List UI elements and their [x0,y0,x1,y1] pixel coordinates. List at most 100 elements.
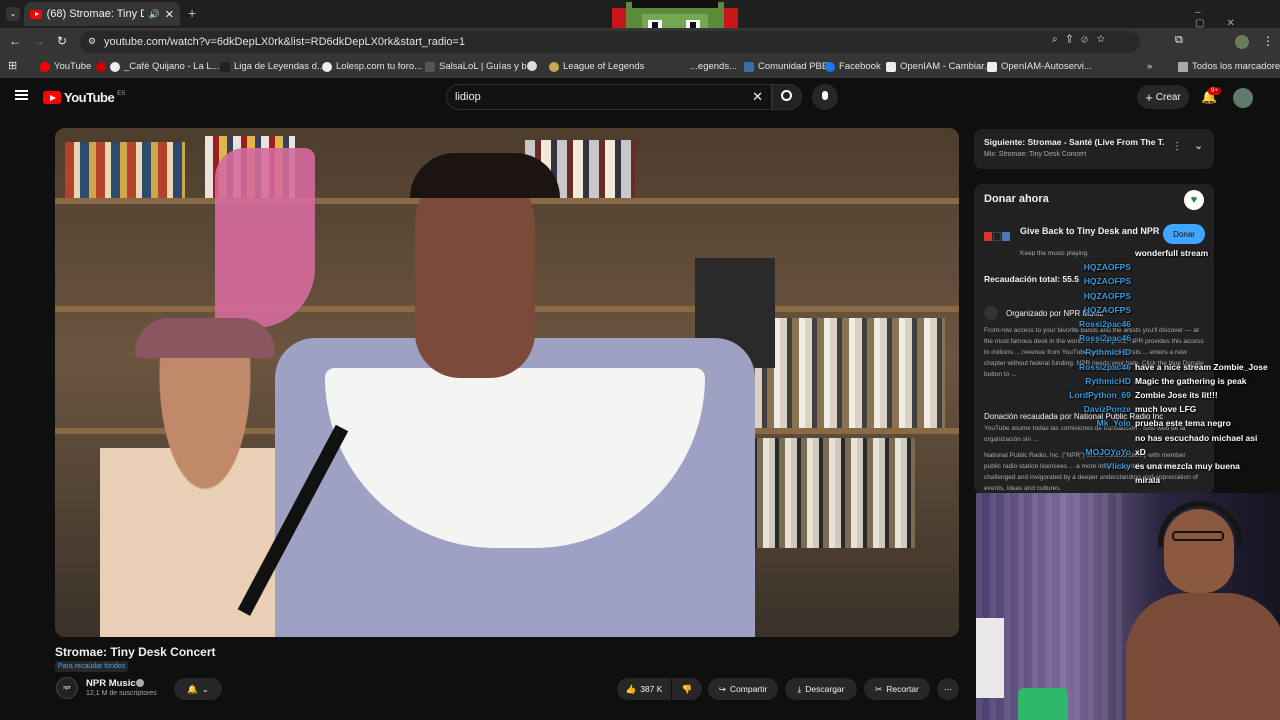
search-input[interactable]: lidiop ✕ [446,84,772,110]
active-tab[interactable]: (68) Stromae: Tiny Desk Co 🔊 ✕ [24,2,180,26]
fundraiser-tag[interactable]: Para recaudar fondos [55,661,129,672]
omnibox-actions[interactable]: ⌕⇪⊘☆ [1052,34,1114,45]
bookmark-globe[interactable] [527,61,537,71]
close-tab-icon[interactable]: ✕ [165,8,174,21]
white-can [976,618,1004,698]
chevron-down-icon: ⌄ [201,683,209,694]
bookmark-liga[interactable]: Liga de Leyendas d... [220,61,325,72]
like-count: 387 K [640,684,663,694]
bookmark-label: Liga de Leyendas d... [234,61,325,72]
dislike-button[interactable]: 👎 [672,678,702,700]
heart-icon: ♥ [1184,190,1204,210]
navigation-bar: ← → ↻ ⚙ youtube.com/watch?v=6dkDepLX0rk&… [0,28,1280,56]
up-next-card[interactable]: Siguiente: Stromae - Santé (Live From Th… [974,129,1214,169]
extensions-icon[interactable]: ⧉ [1175,34,1183,47]
all-bookmarks-folder[interactable]: Todos los marcadores [1178,61,1280,72]
bookmark-openiam-2[interactable]: OpenIAM-Autoservi... [987,61,1092,72]
chat-username: DavizPonze [1083,404,1131,415]
search-query: lidiop [455,91,481,103]
subscriber-count: 12,1 M de suscriptores [86,690,157,697]
chat-message: have a nice stream Zombie_Jose [1135,361,1268,372]
new-tab-button[interactable]: + [188,5,196,21]
create-button[interactable]: + Crear [1137,85,1189,109]
window-controls[interactable]: –▢✕ [1195,7,1280,29]
audio-icon[interactable]: 🔊 [149,9,160,20]
video-player[interactable]: n p r [55,128,959,637]
webcam-overlay [976,493,1280,720]
like-button[interactable]: 👍 387 K [617,678,671,700]
bookmark-lol[interactable]: League of Legends [549,61,644,72]
profile-avatar[interactable] [1235,35,1249,49]
site-info-icon[interactable]: ⚙ [88,36,96,47]
channel-name[interactable]: NPR Music [86,678,136,689]
download-icon: ⤓ [797,683,802,694]
menu-kebab-icon[interactable]: ⋮ [1262,34,1274,48]
thumbs-down-icon: 👎 [681,683,693,694]
npr-badge [984,232,1010,241]
bookmark-label: Lolesp.com tu foro... [336,61,423,72]
bookmark-label: OpenIAM - Cambiar... [900,61,992,72]
share-icon: ↪ [718,683,726,694]
chat-message: no has escuchado michael asi [1135,432,1258,443]
youtube-logo-text: YouTube [64,90,115,105]
bookmark-salsalol[interactable]: SalsaLoL | Guías y b... [425,61,535,72]
chat-username: RythmicHD [1085,375,1131,386]
download-button[interactable]: ⤓ Descargar [785,678,857,700]
chevron-down-icon[interactable]: ⌄ [1194,139,1203,152]
more-bookmarks-icon[interactable]: » [1147,61,1152,72]
video-title: Stromae: Tiny Desk Concert [55,645,216,659]
chat-message: much love LFG [1135,404,1197,415]
bookmark-facebook[interactable]: Facebook [825,61,881,72]
back-icon[interactable]: ← [9,34,21,48]
reload-icon[interactable]: ↻ [57,34,67,48]
person-left-cap [135,318,275,358]
account-avatar[interactable] [1233,88,1253,108]
chat-username: HQZAOFPS [1083,276,1131,287]
youtube-logo[interactable]: YouTube ES [43,90,125,105]
more-actions-button[interactable]: ⋯ [937,678,959,700]
verified-icon [136,679,144,687]
chat-username: HQZAOFPS [1083,262,1131,273]
chat-message: xD [1135,446,1146,457]
bookmark-label: ...egends... [690,61,738,72]
share-label: Compartir [729,684,768,694]
hamburger-menu-icon[interactable] [15,90,28,100]
bookmark-legends[interactable]: ...egends... [690,61,737,72]
kebab-icon[interactable]: ⋮ [1172,141,1182,152]
clip-button[interactable]: ✂ Recortar [864,678,930,700]
chat-message: Magic the gathering is peak [1135,375,1247,386]
voice-search-button[interactable] [812,84,838,110]
bookmark-label: YouTube [54,61,92,72]
bookmark-label: _Café Quijano - La L... [124,61,220,72]
more-icon: ⋯ [943,683,953,694]
bookmark-lolesp[interactable]: Lolesp.com tu foro... [322,61,422,72]
bookmark-pbe[interactable]: Comunidad PBE [744,61,828,72]
apps-icon[interactable]: ⊞ [8,59,17,72]
chat-username: LordPython_69 [1069,390,1131,400]
pink-cloth [215,148,315,328]
chat-message: Zombie Jose its lit!!! [1135,390,1218,400]
clear-search-icon[interactable]: ✕ [752,89,763,105]
channel-avatar[interactable]: npr [56,677,78,699]
clip-label: Recortar [886,684,919,694]
forward-icon[interactable]: → [33,34,45,48]
bookmark-youtube[interactable]: YouTube [40,61,91,72]
up-next-mix: Mix: Stromae: Tiny Desk Concert [984,151,1087,158]
search-button[interactable] [772,84,802,110]
donate-button[interactable]: Donar [1163,224,1205,244]
chat-message: es una mezcla muy buena [1135,461,1240,471]
scissors-icon: ✂ [875,683,883,694]
chat-username: RythmicHD [1085,347,1131,358]
up-next-label: Siguiente: Stromae - Santé (Live From Th… [984,137,1164,147]
donation-header: Donar ahora [984,193,1049,205]
download-label: Descargar [805,684,845,694]
share-button[interactable]: ↪ Compartir [708,678,778,700]
subscription-bell-button[interactable]: 🔔 ⌄ [174,678,222,700]
bookmark-cafe[interactable]: _Café Quijano - La L... [96,61,220,72]
bookmark-openiam-1[interactable]: OpenIAM - Cambiar... [886,61,992,72]
tab-search-button[interactable]: ⌄ [6,7,20,21]
address-bar[interactable]: ⚙ youtube.com/watch?v=6dkDepLX0rk&list=R… [80,31,1140,53]
bookmark-label: League of Legends [563,61,645,72]
url-text: youtube.com/watch?v=6dkDepLX0rk&list=RD6… [104,36,466,48]
organizer-avatar [984,306,998,320]
